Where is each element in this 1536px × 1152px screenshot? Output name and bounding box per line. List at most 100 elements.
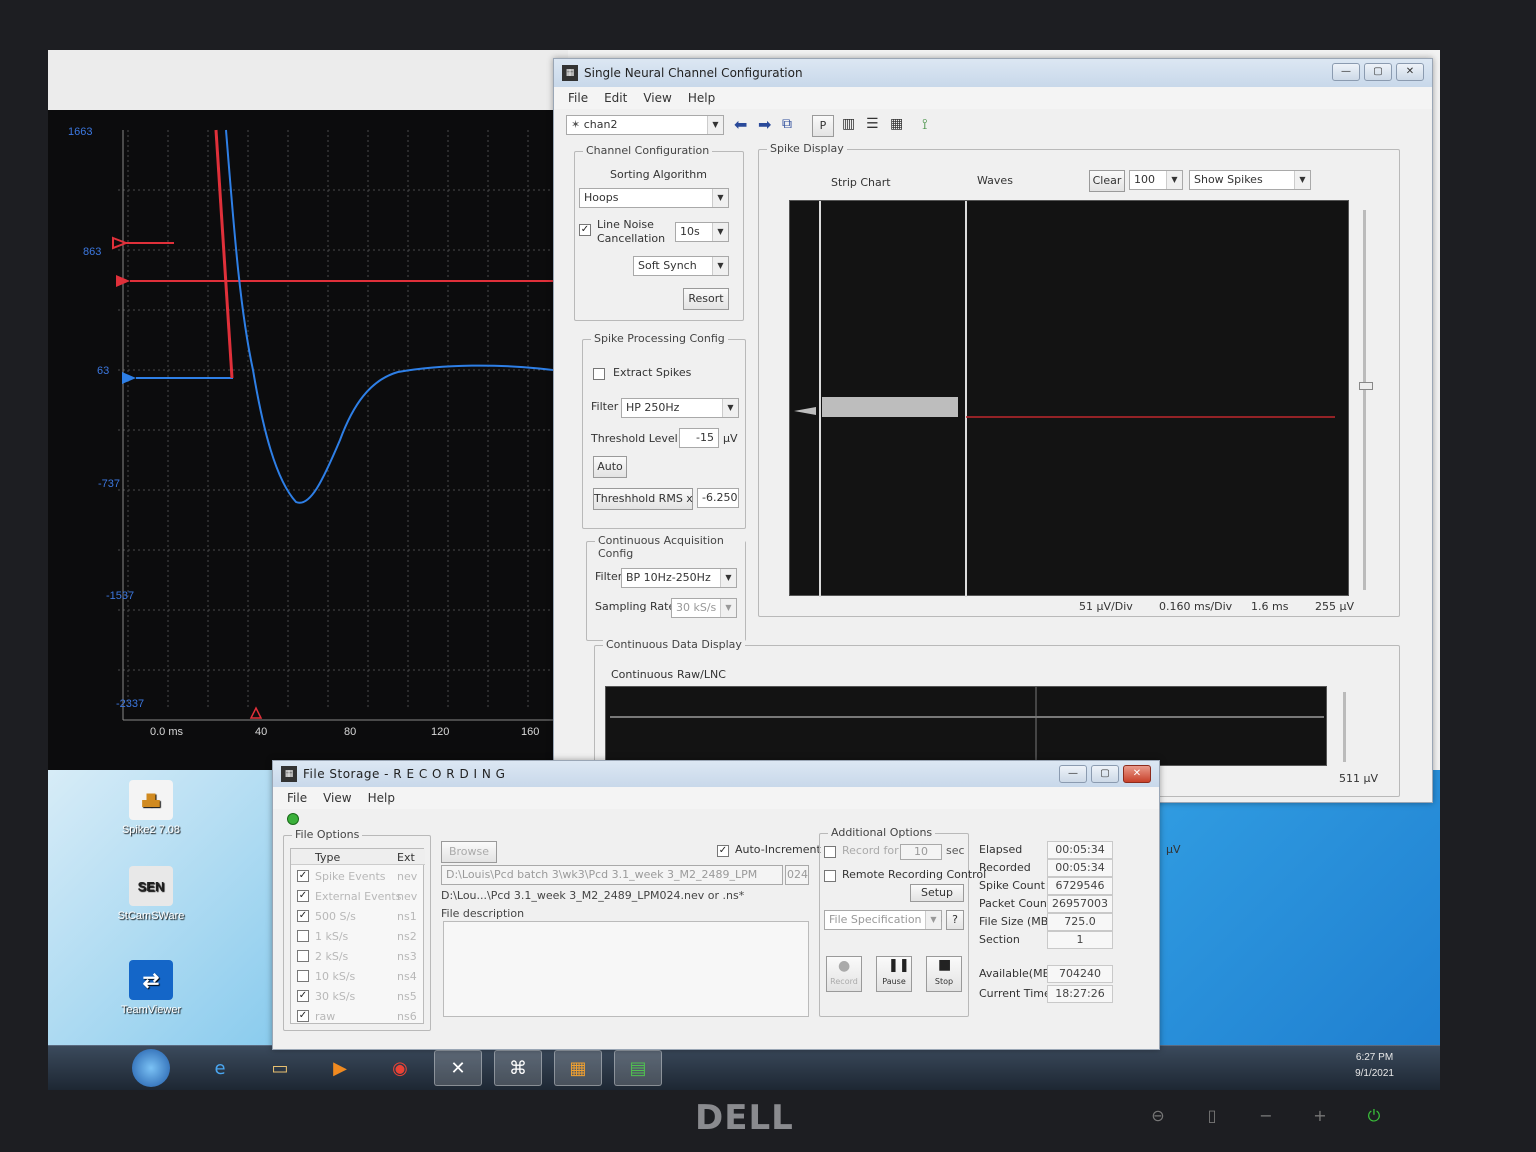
- menu-help[interactable]: Help: [368, 791, 395, 805]
- table-row[interactable]: ✓ External Events nev: [291, 887, 425, 907]
- lines-icon[interactable]: ☰: [866, 116, 879, 132]
- help-button[interactable]: ?: [946, 910, 964, 930]
- file-description-textarea[interactable]: [443, 921, 809, 1017]
- file-path-input[interactable]: D:\Louis\Pcd batch 3\wk3\Pcd 3.1_week 3_…: [441, 865, 783, 885]
- spike-count-select[interactable]: 100 ▼: [1129, 170, 1183, 190]
- media-player-icon[interactable]: ▶: [316, 1050, 364, 1086]
- record-for-input[interactable]: 10: [900, 844, 942, 860]
- vertical-slider[interactable]: [1363, 210, 1366, 590]
- menu-view[interactable]: View: [643, 91, 671, 105]
- internet-explorer-icon[interactable]: e: [196, 1050, 244, 1086]
- lnc-label: Line Noise: [597, 218, 654, 231]
- threshold-input[interactable]: -15: [679, 428, 719, 448]
- desktop-icon-label: StCamSWare: [117, 910, 185, 922]
- file-type-checkbox[interactable]: ✓: [297, 990, 309, 1002]
- resort-button[interactable]: Resort: [683, 288, 729, 310]
- chart-icon[interactable]: ▥: [842, 116, 855, 132]
- close-button[interactable]: ✕: [1123, 765, 1151, 783]
- tray-clock[interactable]: 6:27 PM 9/1/2021: [1355, 1050, 1394, 1082]
- file-type-label: 10 kS/s: [315, 970, 356, 983]
- file-type-checkbox[interactable]: ✓: [297, 870, 309, 882]
- pause-label: Pause: [882, 977, 906, 986]
- clear-button[interactable]: Clear: [1089, 170, 1125, 192]
- auto-button[interactable]: Auto: [593, 456, 627, 478]
- remote-control-checkbox[interactable]: [824, 870, 836, 882]
- clock-time: 6:27 PM: [1355, 1052, 1394, 1063]
- p-button[interactable]: P: [812, 115, 834, 137]
- record-unit: sec: [946, 844, 965, 857]
- file-spec-select[interactable]: File Specification 2.3 ▼: [824, 910, 943, 930]
- start-orb-icon[interactable]: [132, 1049, 170, 1087]
- tab-raw-lnc[interactable]: Raw/LNC: [677, 668, 726, 681]
- minimize-button[interactable]: —: [1059, 765, 1087, 783]
- table-row[interactable]: 10 kS/s ns4: [291, 967, 425, 987]
- menu-view[interactable]: View: [323, 791, 351, 805]
- setup-button[interactable]: Setup: [910, 884, 964, 902]
- menu-help[interactable]: Help: [688, 91, 715, 105]
- browse-button[interactable]: Browse: [441, 841, 497, 863]
- rms-input[interactable]: -6.250: [697, 488, 739, 508]
- antenna-icon[interactable]: ⟟: [922, 115, 928, 133]
- chrome-icon[interactable]: ◉: [376, 1050, 424, 1086]
- tab-strip-chart[interactable]: Strip Chart: [831, 176, 891, 189]
- file-type-checkbox[interactable]: ✓: [297, 1010, 309, 1022]
- table-row[interactable]: 2 kS/s ns3: [291, 947, 425, 967]
- continuous-filter-select[interactable]: BP 10Hz-250Hz ▼: [621, 568, 737, 588]
- minimize-button[interactable]: —: [1332, 63, 1360, 81]
- auto-increment-checkbox[interactable]: ✓: [717, 845, 729, 857]
- menu-edit[interactable]: Edit: [604, 91, 627, 105]
- export-icon[interactable]: ⧉: [782, 116, 792, 132]
- maximize-button[interactable]: ▢: [1091, 765, 1119, 783]
- increment-input[interactable]: 024: [785, 865, 809, 885]
- continuous-panel[interactable]: [605, 686, 1327, 767]
- menu-file[interactable]: File: [287, 791, 307, 805]
- rate-select[interactable]: 30 kS/s ▼: [671, 598, 737, 618]
- tab-continuous[interactable]: Continuous: [611, 668, 673, 681]
- maximize-button[interactable]: ▢: [1364, 63, 1392, 81]
- monitor-input-icon[interactable]: ⊖: [1148, 1106, 1168, 1126]
- file-ext-label: ns3: [397, 950, 417, 963]
- monitor-plus-icon[interactable]: +: [1310, 1106, 1330, 1126]
- spike-filter-value: HP 250Hz: [626, 401, 680, 414]
- sorting-select[interactable]: Hoops ▼: [579, 188, 729, 208]
- grid-icon[interactable]: ▦: [890, 116, 903, 132]
- table-row[interactable]: 1 kS/s ns2: [291, 927, 425, 947]
- monitor-power-icon[interactable]: ⏻: [1364, 1106, 1384, 1126]
- app-icon-1[interactable]: ✕: [434, 1050, 482, 1086]
- file-type-checkbox[interactable]: ✓: [297, 910, 309, 922]
- app-icon-4[interactable]: ▤: [614, 1050, 662, 1086]
- spike-filter-select[interactable]: HP 250Hz ▼: [621, 398, 739, 418]
- menu-file[interactable]: File: [568, 91, 588, 105]
- table-row[interactable]: ✓ 500 S/s ns1: [291, 907, 425, 927]
- app-icon-2[interactable]: ⌘: [494, 1050, 542, 1086]
- channel-select[interactable]: ✶ chan2 ▼: [566, 115, 724, 135]
- next-arrow-icon[interactable]: ➡: [758, 115, 771, 134]
- monitor-menu-icon[interactable]: ▯: [1202, 1106, 1222, 1126]
- tab-waves[interactable]: Waves: [977, 174, 1013, 187]
- lnc-checkbox[interactable]: ✓: [579, 224, 591, 236]
- continuous-slider[interactable]: [1343, 692, 1346, 762]
- spike-display-panel[interactable]: [789, 200, 1349, 597]
- file-type-checkbox[interactable]: [297, 970, 309, 982]
- file-type-checkbox[interactable]: [297, 950, 309, 962]
- desktop-icon-spike2[interactable]: ▟▙ Spike2 7.08: [106, 780, 196, 836]
- file-type-checkbox[interactable]: ✓: [297, 890, 309, 902]
- file-type-checkbox[interactable]: [297, 930, 309, 942]
- file-explorer-icon[interactable]: ▭: [256, 1050, 304, 1086]
- record-for-checkbox[interactable]: [824, 846, 836, 858]
- desktop-icon-teamviewer[interactable]: ⇄ TeamViewer: [106, 960, 196, 1016]
- table-row[interactable]: ✓ Spike Events nev: [291, 867, 425, 887]
- monitor-minus-icon[interactable]: −: [1256, 1106, 1276, 1126]
- table-row[interactable]: ✓ raw ns6: [291, 1007, 425, 1027]
- lnc-select[interactable]: 10s ▼: [675, 222, 729, 242]
- extract-spikes-checkbox[interactable]: [593, 368, 605, 380]
- threshold-rms-button[interactable]: Threshhold RMS x: [593, 488, 693, 510]
- prev-arrow-icon[interactable]: ⬅: [734, 115, 747, 134]
- synch-select[interactable]: Soft Synch ▼: [633, 256, 729, 276]
- table-row[interactable]: ✓ 30 kS/s ns5: [291, 987, 425, 1007]
- app-icon-3[interactable]: ▦: [554, 1050, 602, 1086]
- show-spikes-select[interactable]: Show Spikes ▼: [1189, 170, 1311, 190]
- close-button[interactable]: ✕: [1396, 63, 1424, 81]
- slider-thumb[interactable]: [1359, 382, 1373, 390]
- desktop-icon-stcamsware[interactable]: SEN StCamSWare: [106, 866, 196, 922]
